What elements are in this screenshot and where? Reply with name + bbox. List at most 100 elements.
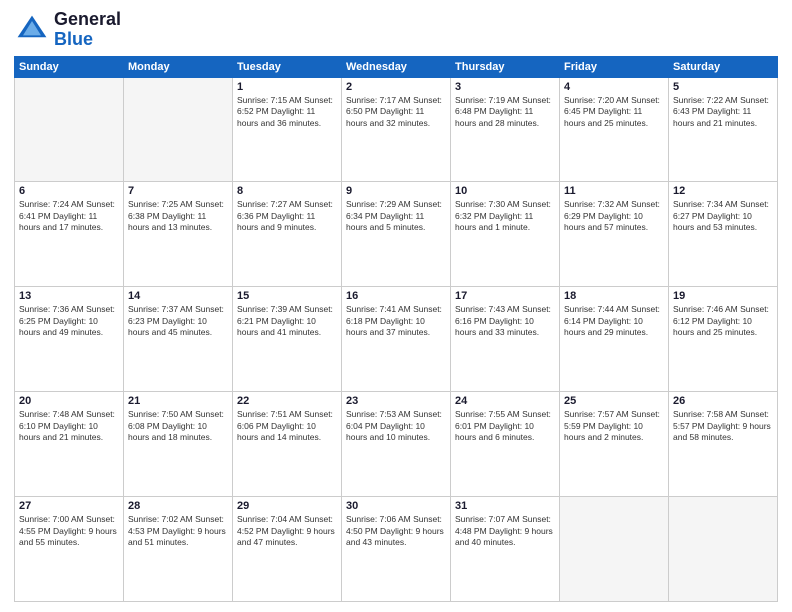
calendar-cell xyxy=(124,77,233,182)
week-row-2: 13 Sunrise: 7:36 AM Sunset: 6:25 PM Dayli… xyxy=(15,287,778,392)
week-row-0: 1 Sunrise: 7:15 AM Sunset: 6:52 PM Daylig… xyxy=(15,77,778,182)
day-number: 24 xyxy=(455,395,555,407)
day-number: 6 xyxy=(19,185,119,197)
calendar-cell: 30Sunrise: 7:06 AM Sunset: 4:50 PM Dayli… xyxy=(342,497,451,602)
day-info: Sunrise: 7:44 AM Sunset: 6:14 PM Dayligh… xyxy=(564,304,664,338)
calendar-cell: 26 Sunrise: 7:58 AM Sunset: 5:57 PM Dayli… xyxy=(669,392,778,497)
day-number: 14 xyxy=(128,290,228,302)
day-info: Sunrise: 7:15 AM Sunset: 6:52 PM Dayligh… xyxy=(237,95,337,129)
calendar-cell: 9 Sunrise: 7:29 AM Sunset: 6:34 PM Daylig… xyxy=(342,182,451,287)
calendar-cell: 29 Sunrise: 7:04 AM Sunset: 4:52 PM Dayli… xyxy=(233,497,342,602)
week-row-3: 20 Sunrise: 7:48 AM Sunset: 6:10 PM Dayli… xyxy=(15,392,778,497)
day-number: 5 xyxy=(673,81,773,93)
day-number: 29 xyxy=(237,500,337,512)
day-number: 25 xyxy=(564,395,664,407)
day-number: 17 xyxy=(455,290,555,302)
day-number: 13 xyxy=(19,290,119,302)
day-info: Sunrise: 7:37 AM Sunset: 6:23 PM Dayligh… xyxy=(128,304,228,338)
calendar-cell xyxy=(560,497,669,602)
logo-general: General Blue xyxy=(54,10,121,50)
weekday-header-sunday: Sunday xyxy=(15,56,124,77)
day-number: 18 xyxy=(564,290,664,302)
day-info: Sunrise: 7:34 AM Sunset: 6:27 PM Dayligh… xyxy=(673,199,773,233)
day-number: 21 xyxy=(128,395,228,407)
day-number: 31 xyxy=(455,500,555,512)
day-info: Sunrise: 7:55 AM Sunset: 6:01 PM Dayligh… xyxy=(455,409,555,443)
day-info: Sunrise: 7:27 AM Sunset: 6:36 PM Dayligh… xyxy=(237,199,337,233)
day-number: 30 xyxy=(346,500,446,512)
calendar-cell xyxy=(669,497,778,602)
day-info: Sunrise: 7:39 AM Sunset: 6:21 PM Dayligh… xyxy=(237,304,337,338)
calendar-cell xyxy=(15,77,124,182)
calendar-cell: 10 Sunrise: 7:30 AM Sunset: 6:32 PM Dayli… xyxy=(451,182,560,287)
calendar-cell: 20 Sunrise: 7:48 AM Sunset: 6:10 PM Dayli… xyxy=(15,392,124,497)
day-info: Sunrise: 7:51 AM Sunset: 6:06 PM Dayligh… xyxy=(237,409,337,443)
day-number: 10 xyxy=(455,185,555,197)
day-number: 20 xyxy=(19,395,119,407)
calendar-cell: 18 Sunrise: 7:44 AM Sunset: 6:14 PM Dayli… xyxy=(560,287,669,392)
calendar-cell: 4Sunrise: 7:20 AM Sunset: 6:45 PM Daylig… xyxy=(560,77,669,182)
calendar-table: SundayMondayTuesdayWednesdayThursdayFrid… xyxy=(14,56,778,602)
calendar-cell: 31 Sunrise: 7:07 AM Sunset: 4:48 PM Dayli… xyxy=(451,497,560,602)
week-row-1: 6 Sunrise: 7:24 AM Sunset: 6:41 PM Daylig… xyxy=(15,182,778,287)
calendar-cell: 11Sunrise: 7:32 AM Sunset: 6:29 PM Dayli… xyxy=(560,182,669,287)
day-info: Sunrise: 7:07 AM Sunset: 4:48 PM Dayligh… xyxy=(455,514,555,548)
weekday-header-tuesday: Tuesday xyxy=(233,56,342,77)
day-number: 3 xyxy=(455,81,555,93)
day-info: Sunrise: 7:29 AM Sunset: 6:34 PM Dayligh… xyxy=(346,199,446,233)
calendar-cell: 15 Sunrise: 7:39 AM Sunset: 6:21 PM Dayli… xyxy=(233,287,342,392)
day-number: 2 xyxy=(346,81,446,93)
day-info: Sunrise: 7:19 AM Sunset: 6:48 PM Dayligh… xyxy=(455,95,555,129)
calendar-cell: 24 Sunrise: 7:55 AM Sunset: 6:01 PM Dayli… xyxy=(451,392,560,497)
day-number: 26 xyxy=(673,395,773,407)
calendar-cell: 6 Sunrise: 7:24 AM Sunset: 6:41 PM Daylig… xyxy=(15,182,124,287)
calendar-cell: 3 Sunrise: 7:19 AM Sunset: 6:48 PM Daylig… xyxy=(451,77,560,182)
calendar-cell: 8 Sunrise: 7:27 AM Sunset: 6:36 PM Daylig… xyxy=(233,182,342,287)
day-info: Sunrise: 7:17 AM Sunset: 6:50 PM Dayligh… xyxy=(346,95,446,129)
calendar-cell: 25Sunrise: 7:57 AM Sunset: 5:59 PM Dayli… xyxy=(560,392,669,497)
calendar-cell: 1 Sunrise: 7:15 AM Sunset: 6:52 PM Daylig… xyxy=(233,77,342,182)
day-number: 7 xyxy=(128,185,228,197)
day-info: Sunrise: 7:22 AM Sunset: 6:43 PM Dayligh… xyxy=(673,95,773,129)
day-number: 11 xyxy=(564,185,664,197)
day-info: Sunrise: 7:30 AM Sunset: 6:32 PM Dayligh… xyxy=(455,199,555,233)
day-info: Sunrise: 7:36 AM Sunset: 6:25 PM Dayligh… xyxy=(19,304,119,338)
calendar-cell: 23Sunrise: 7:53 AM Sunset: 6:04 PM Dayli… xyxy=(342,392,451,497)
header: General Blue xyxy=(14,10,778,50)
day-number: 15 xyxy=(237,290,337,302)
calendar-cell: 28 Sunrise: 7:02 AM Sunset: 4:53 PM Dayli… xyxy=(124,497,233,602)
day-number: 16 xyxy=(346,290,446,302)
calendar-cell: 14 Sunrise: 7:37 AM Sunset: 6:23 PM Dayli… xyxy=(124,287,233,392)
day-info: Sunrise: 7:50 AM Sunset: 6:08 PM Dayligh… xyxy=(128,409,228,443)
day-number: 28 xyxy=(128,500,228,512)
day-number: 22 xyxy=(237,395,337,407)
day-info: Sunrise: 7:46 AM Sunset: 6:12 PM Dayligh… xyxy=(673,304,773,338)
day-number: 8 xyxy=(237,185,337,197)
day-info: Sunrise: 7:02 AM Sunset: 4:53 PM Dayligh… xyxy=(128,514,228,548)
calendar-cell: 27 Sunrise: 7:00 AM Sunset: 4:55 PM Dayli… xyxy=(15,497,124,602)
weekday-header-saturday: Saturday xyxy=(669,56,778,77)
calendar-cell: 2 Sunrise: 7:17 AM Sunset: 6:50 PM Daylig… xyxy=(342,77,451,182)
calendar-cell: 5 Sunrise: 7:22 AM Sunset: 6:43 PM Daylig… xyxy=(669,77,778,182)
weekday-header-wednesday: Wednesday xyxy=(342,56,451,77)
calendar-cell: 13 Sunrise: 7:36 AM Sunset: 6:25 PM Dayli… xyxy=(15,287,124,392)
logo-icon xyxy=(14,12,50,48)
day-info: Sunrise: 7:04 AM Sunset: 4:52 PM Dayligh… xyxy=(237,514,337,548)
day-number: 9 xyxy=(346,185,446,197)
calendar-cell: 7Sunrise: 7:25 AM Sunset: 6:38 PM Daylig… xyxy=(124,182,233,287)
day-number: 1 xyxy=(237,81,337,93)
day-number: 27 xyxy=(19,500,119,512)
week-row-4: 27 Sunrise: 7:00 AM Sunset: 4:55 PM Dayli… xyxy=(15,497,778,602)
day-info: Sunrise: 7:00 AM Sunset: 4:55 PM Dayligh… xyxy=(19,514,119,548)
day-info: Sunrise: 7:43 AM Sunset: 6:16 PM Dayligh… xyxy=(455,304,555,338)
calendar-cell: 21 Sunrise: 7:50 AM Sunset: 6:08 PM Dayli… xyxy=(124,392,233,497)
calendar-cell: 16 Sunrise: 7:41 AM Sunset: 6:18 PM Dayli… xyxy=(342,287,451,392)
day-info: Sunrise: 7:48 AM Sunset: 6:10 PM Dayligh… xyxy=(19,409,119,443)
day-info: Sunrise: 7:41 AM Sunset: 6:18 PM Dayligh… xyxy=(346,304,446,338)
calendar-cell: 19Sunrise: 7:46 AM Sunset: 6:12 PM Dayli… xyxy=(669,287,778,392)
page: General Blue SundayMondayTuesdayWednesda… xyxy=(0,0,792,612)
calendar-cell: 17 Sunrise: 7:43 AM Sunset: 6:16 PM Dayli… xyxy=(451,287,560,392)
day-info: Sunrise: 7:58 AM Sunset: 5:57 PM Dayligh… xyxy=(673,409,773,443)
logo: General Blue xyxy=(14,10,121,50)
day-info: Sunrise: 7:24 AM Sunset: 6:41 PM Dayligh… xyxy=(19,199,119,233)
